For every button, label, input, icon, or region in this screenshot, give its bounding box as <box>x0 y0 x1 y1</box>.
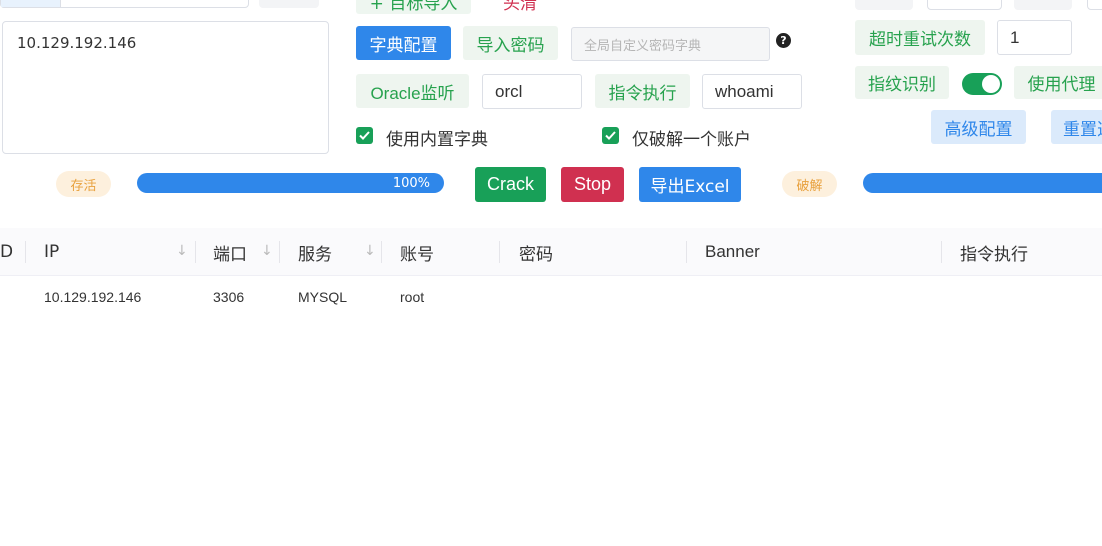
right-top-fragment-4[interactable] <box>1087 0 1102 10</box>
use-builtin-dict-label: 使用内置字典 <box>386 130 488 150</box>
col-separator[interactable] <box>195 241 196 263</box>
col-header-account[interactable]: 账号 <box>400 228 434 276</box>
col-separator[interactable] <box>686 241 687 263</box>
col-separator[interactable] <box>25 241 26 263</box>
import-password-button[interactable]: 导入密码 <box>463 26 558 60</box>
col-header-cmd[interactable]: 指令执行 <box>960 228 1028 276</box>
fingerprint-button[interactable]: 指纹识别 <box>855 66 949 99</box>
col-header-id[interactable]: D <box>0 228 13 276</box>
sort-arrow-icon[interactable]: ↓ <box>261 243 273 259</box>
use-builtin-dict-checkbox[interactable] <box>356 127 373 144</box>
top-input-tab-fragment <box>1 0 61 7</box>
cell-ip: 10.129.192.146 <box>44 289 142 305</box>
col-header-service[interactable]: 服务 <box>298 228 332 276</box>
sort-arrow-icon[interactable]: ↓ <box>364 243 376 259</box>
cell-service: MYSQL <box>298 289 348 305</box>
right-top-fragment-2[interactable] <box>927 0 1002 10</box>
cell-port: 3306 <box>213 289 245 305</box>
reset-button[interactable]: 重置选 <box>1051 110 1102 144</box>
right-top-fragment-1[interactable] <box>855 0 913 10</box>
timeout-retry-button[interactable]: 超时重试次数 <box>855 20 985 55</box>
global-dict-input[interactable]: 全局自定义密码字典 <box>571 27 770 61</box>
crack-tag: 破解 <box>782 171 837 197</box>
advanced-config-button[interactable]: 高级配置 <box>931 110 1026 144</box>
oracle-listener-button[interactable]: Oracle监听 <box>356 74 469 108</box>
col-separator[interactable] <box>941 241 942 263</box>
col-header-ip[interactable]: IP <box>44 228 59 276</box>
fingerprint-switch[interactable] <box>962 73 1002 95</box>
right-top-fragment-3[interactable] <box>1014 0 1072 10</box>
crack-one-account-checkbox[interactable] <box>602 127 619 144</box>
crack-progress-bar <box>863 173 1102 193</box>
target-text: 10.129.192.146 <box>17 34 137 52</box>
cell-account: root <box>400 289 425 305</box>
cmd-exec-button[interactable]: 指令执行 <box>595 74 690 108</box>
target-textarea[interactable]: 10.129.192.146 <box>2 21 329 154</box>
crack-button[interactable]: Crack <box>475 167 546 202</box>
col-header-password[interactable]: 密码 <box>519 228 553 276</box>
col-separator[interactable] <box>279 241 280 263</box>
top-button-fragment[interactable] <box>259 0 319 8</box>
clear-button[interactable]: 头清 <box>490 0 550 14</box>
import-targets-button[interactable]: + 目标导入 <box>356 0 471 14</box>
stop-button[interactable]: Stop <box>561 167 624 202</box>
check-icon <box>359 131 370 140</box>
sort-arrow-icon[interactable]: ↓ <box>176 243 188 259</box>
help-icon[interactable]: ? <box>776 33 791 48</box>
col-header-port[interactable]: 端口 <box>213 228 247 276</box>
alive-progress-bar: 100% <box>137 173 444 193</box>
timeout-retry-input[interactable]: 1 <box>997 20 1072 55</box>
col-header-banner[interactable]: Banner <box>705 228 760 276</box>
alive-tag: 存活 <box>56 171 111 197</box>
col-separator[interactable] <box>381 241 382 263</box>
top-input-fragment[interactable] <box>0 0 249 8</box>
crack-one-account-label: 仅破解一个账户 <box>632 130 751 150</box>
col-separator[interactable] <box>499 241 500 263</box>
check-icon <box>605 131 616 140</box>
alive-progress-text: 100% <box>392 175 430 191</box>
oracle-sid-input[interactable]: orcl <box>482 74 582 109</box>
export-excel-button[interactable]: 导出Excel <box>639 167 741 202</box>
switch-knob <box>982 75 1000 93</box>
cmd-input[interactable]: whoami <box>702 74 802 109</box>
table-row[interactable] <box>0 277 1102 321</box>
use-proxy-button[interactable]: 使用代理 <box>1014 66 1102 99</box>
dict-config-button[interactable]: 字典配置 <box>356 26 451 60</box>
